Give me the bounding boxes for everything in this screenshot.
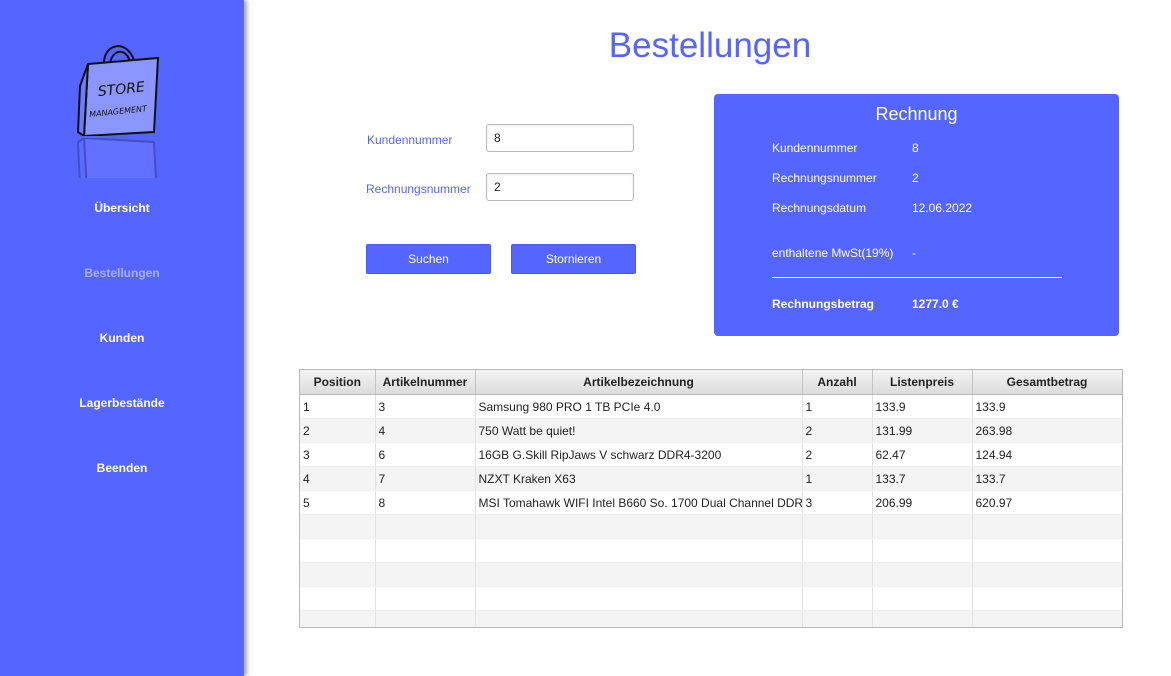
sidebar-item-uebersicht[interactable]: Übersicht [0,201,244,215]
cell-position: 2 [300,418,376,443]
cell-article-name: NZXT Kraken X63 [475,466,803,491]
cell-quantity: 2 [802,442,873,467]
customer-number-input[interactable] [486,124,634,152]
cell-article-number: 6 [375,442,476,467]
table-row[interactable]: 1 3 Samsung 980 PRO 1 TB PCIe 4.0 1 133.… [300,394,1122,419]
invoice-panel: Rechnung Kundennummer 8 Rechnungsnummer … [714,94,1119,336]
cell-total: 263.98 [972,418,1122,443]
cell-list-price: 206.99 [872,490,973,515]
cell-position: 3 [300,442,376,467]
column-header-article-number[interactable]: Artikelnummer [375,370,476,395]
cell-list-price: 133.9 [872,394,973,419]
sidebar-item-bestellungen[interactable]: Bestellungen [0,266,244,280]
invoice-customer-label: Kundennummer [772,141,858,155]
cell-quantity: 1 [802,466,873,491]
cell-article-number: 7 [375,466,476,491]
sidebar-item-beenden[interactable]: Beenden [0,461,244,475]
cell-article-number: 4 [375,418,476,443]
table-row[interactable]: 4 7 NZXT Kraken X63 1 133.7 133.7 [300,466,1122,491]
invoice-title: Rechnung [875,104,958,124]
invoice-vat-label: enthaltene MwSt(19%) [772,246,894,260]
invoice-total-value: 1277.0 € [912,297,959,311]
invoice-number-label: Rechnungsnummer [366,182,471,196]
sidebar: STORE MANAGEMENT Übersicht Bestellungen … [0,0,244,676]
search-button[interactable]: Suchen [366,244,491,274]
cell-quantity: 1 [802,394,873,419]
column-header-list-price[interactable]: Listenpreis [872,370,973,395]
table-row[interactable]: 3 6 16GB G.Skill RipJaws V schwarz DDR4-… [300,442,1122,467]
table-row-empty [300,562,1122,587]
column-header-quantity[interactable]: Anzahl [802,370,873,395]
invoice-customer-value: 8 [912,141,919,155]
invoice-date-label: Rechnungsdatum [772,201,867,215]
invoice-number-value: 2 [912,171,919,185]
order-items-table[interactable]: Position Artikelnummer Artikelbezeichnun… [299,369,1123,628]
cell-position: 1 [300,394,376,419]
page-title: Bestellungen [608,26,812,65]
column-header-total[interactable]: Gesamtbetrag [972,370,1122,395]
table-row-empty [300,514,1122,539]
cell-article-name: 750 Watt be quiet! [475,418,803,443]
cell-list-price: 133.7 [872,466,973,491]
cell-quantity: 2 [802,418,873,443]
table-row-empty [300,538,1122,563]
cell-article-number: 3 [375,394,476,419]
cell-list-price: 131.99 [872,418,973,443]
logo-reflection [76,138,160,178]
cell-article-name: Samsung 980 PRO 1 TB PCIe 4.0 [475,394,803,419]
cell-total: 133.9 [972,394,1122,419]
cell-list-price: 62.47 [872,442,973,467]
cancel-order-button[interactable]: Stornieren [511,244,636,274]
invoice-number-label: Rechnungsnummer [772,171,877,185]
sidebar-item-kunden[interactable]: Kunden [0,331,244,345]
cell-article-number: 8 [375,490,476,515]
store-bag-logo: STORE MANAGEMENT [76,45,160,136]
invoice-number-input[interactable] [486,173,634,201]
table-row-empty [300,586,1122,611]
cell-total: 133.7 [972,466,1122,491]
invoice-total-label: Rechnungsbetrag [772,297,875,311]
cell-position: 5 [300,490,376,515]
cell-quantity: 3 [802,490,873,515]
table-header-row: Position Artikelnummer Artikelbezeichnun… [300,370,1122,395]
cell-article-name: 16GB G.Skill RipJaws V schwarz DDR4-3200 [475,442,803,467]
table-row-empty [300,610,1122,627]
cell-position: 4 [300,466,376,491]
invoice-divider [772,277,1062,278]
table-row[interactable]: 5 8 MSI Tomahawk WIFI Intel B660 So. 170… [300,490,1122,515]
invoice-vat-value: - [912,246,916,260]
invoice-date-value: 12.06.2022 [912,201,973,215]
cell-total: 620.97 [972,490,1122,515]
customer-number-label: Kundennummer [367,133,453,147]
table-row[interactable]: 2 4 750 Watt be quiet! 2 131.99 263.98 [300,418,1122,443]
sidebar-item-lagerbestaende[interactable]: Lagerbestände [0,396,244,410]
cell-article-name: MSI Tomahawk WIFI Intel B660 So. 1700 Du… [475,490,803,515]
cell-total: 124.94 [972,442,1122,467]
column-header-article-name[interactable]: Artikelbezeichnung [475,370,803,395]
column-header-position[interactable]: Position [300,370,376,395]
